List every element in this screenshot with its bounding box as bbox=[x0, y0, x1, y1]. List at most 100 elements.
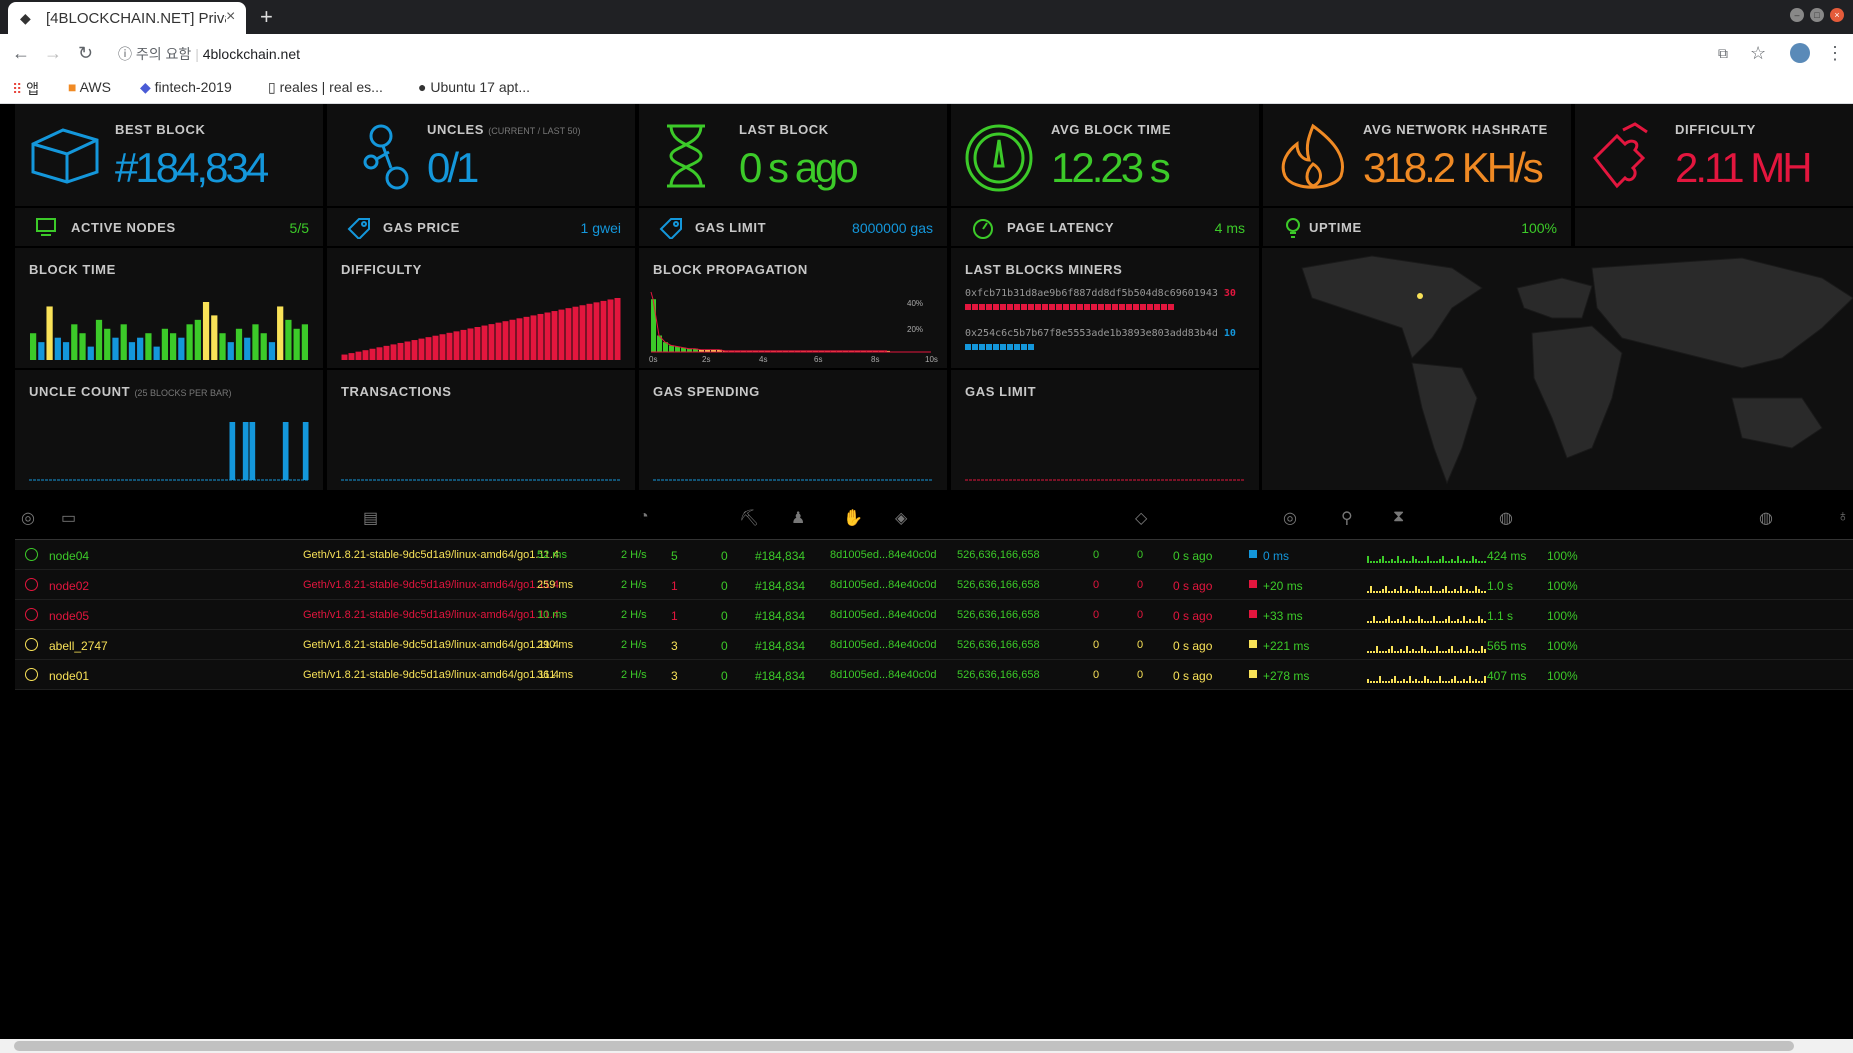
miner-block-square bbox=[1168, 304, 1174, 310]
timer-icon[interactable]: ◔ bbox=[639, 508, 649, 526]
cell-difficulty: 526,636,166,658 bbox=[957, 549, 1040, 561]
sparkline-bar bbox=[1382, 681, 1384, 683]
difficulty-bar bbox=[446, 332, 453, 360]
bookmark-fintech[interactable]: ◆ fintech-2019 bbox=[140, 79, 232, 96]
miner-block-square bbox=[1084, 304, 1090, 310]
sparkline-bar bbox=[1484, 621, 1486, 623]
forward-icon[interactable]: → bbox=[44, 43, 62, 64]
sparkline-bar bbox=[1421, 591, 1423, 593]
miner-block-square bbox=[1028, 344, 1034, 350]
miner-block-square bbox=[1140, 304, 1146, 310]
stat-active-nodes: ACTIVE NODES 5/5 bbox=[15, 206, 325, 246]
asia-shape bbox=[1591, 257, 1853, 369]
cell-name: node04 bbox=[49, 549, 90, 563]
security-label[interactable]: 주의 요함 bbox=[136, 46, 191, 62]
check-circle-icon[interactable]: ◎ bbox=[1283, 508, 1297, 528]
gauge-icon[interactable]: ◍ bbox=[1759, 508, 1773, 528]
sparkline-bar bbox=[1472, 681, 1474, 683]
bookmark-aws[interactable]: ■ AWS bbox=[68, 79, 111, 95]
cube-icon[interactable]: ◈ bbox=[895, 508, 907, 528]
sparkline-bar bbox=[1379, 676, 1381, 683]
bookmark-apps[interactable]: ⠿ 앱 bbox=[12, 79, 39, 99]
sparkline-bar bbox=[1430, 651, 1432, 653]
propagation-indicator bbox=[1249, 610, 1257, 618]
translate-icon[interactable]: ⧉ bbox=[1718, 45, 1728, 62]
menu-icon[interactable]: ⋮ bbox=[1826, 43, 1844, 64]
table-row[interactable]: abell_2747 Geth/v1.8.21-stable-9dc5d1a9/l… bbox=[15, 630, 1853, 660]
bookmark-reales[interactable]: ▯ reales | real es... bbox=[268, 79, 383, 96]
table-row[interactable]: node04 Geth/v1.8.21-stable-9dc5d1a9/linux… bbox=[15, 540, 1853, 570]
lightbulb-icon[interactable]: ♁ bbox=[1837, 508, 1849, 526]
tag-icon[interactable]: ◇ bbox=[1135, 508, 1147, 528]
url-text[interactable]: 4blockchain.net bbox=[203, 46, 300, 62]
miner-block-square bbox=[1014, 304, 1020, 310]
sparkline-bar bbox=[1472, 556, 1474, 563]
sparkline-bar bbox=[1391, 621, 1393, 623]
maximize-icon[interactable]: □ bbox=[1810, 8, 1824, 22]
sparkline-wrap bbox=[1367, 665, 1487, 688]
cell-propagation: +20 ms bbox=[1263, 579, 1303, 593]
uncle-count-bar bbox=[229, 422, 236, 480]
pickaxe-icon[interactable]: ⛏ bbox=[739, 508, 759, 528]
cell-propagation: 0 ms bbox=[1263, 549, 1290, 563]
url-field[interactable]: ⓘ 주의 요함 | 4blockchain.net bbox=[118, 44, 300, 64]
gauge-icon[interactable]: ◍ bbox=[1499, 508, 1513, 528]
sparkline-bar bbox=[1469, 676, 1471, 683]
sparkline-bar bbox=[1385, 651, 1387, 653]
sparkline-bar bbox=[1457, 681, 1459, 683]
info-icon[interactable]: ⓘ bbox=[118, 46, 132, 62]
cell-latency: 52 ms bbox=[537, 549, 567, 561]
world-map[interactable] bbox=[1262, 246, 1853, 490]
handshake-icon[interactable]: ✋ bbox=[843, 508, 863, 528]
peers-icon[interactable]: ♟ bbox=[791, 508, 805, 528]
block-time-bar bbox=[95, 319, 103, 360]
ethereum-icon: ◆ bbox=[20, 10, 31, 26]
github-icon: ● bbox=[418, 79, 427, 95]
avatar[interactable] bbox=[1790, 43, 1810, 63]
cell-pending: 0 bbox=[721, 639, 728, 653]
miner-block-square bbox=[1112, 304, 1118, 310]
laptop-icon[interactable]: ▤ bbox=[363, 508, 378, 528]
tab-close-icon[interactable]: × bbox=[226, 8, 235, 26]
sparkline-bar bbox=[1442, 621, 1444, 623]
horizontal-scrollbar[interactable] bbox=[0, 1039, 1853, 1053]
scrollbar-thumb[interactable] bbox=[14, 1041, 1794, 1051]
table-row[interactable]: node02 Geth/v1.8.21-stable-9dc5d1a9/linux… bbox=[15, 570, 1853, 600]
sparkline-bar bbox=[1451, 591, 1453, 593]
reload-icon[interactable]: ↻ bbox=[78, 43, 93, 64]
bookmark-ubuntu[interactable]: ● Ubuntu 17 apt... bbox=[418, 79, 530, 95]
hourglass-icon[interactable]: ⧗ bbox=[1393, 508, 1404, 526]
sparkline-bar bbox=[1412, 556, 1414, 563]
back-icon[interactable]: ← bbox=[12, 43, 30, 64]
table-row[interactable]: node05 Geth/v1.8.21-stable-9dc5d1a9/linux… bbox=[15, 600, 1853, 630]
gauge-icon bbox=[965, 124, 1033, 192]
sparkline-bar bbox=[1463, 559, 1465, 563]
sparkline-bar bbox=[1433, 561, 1435, 563]
sparkline-bar bbox=[1430, 621, 1432, 623]
miner-block-square bbox=[1126, 304, 1132, 310]
cell-difficulty: 526,636,166,658 bbox=[957, 579, 1040, 591]
difficulty-bar bbox=[509, 319, 516, 360]
sparkline-bar bbox=[1415, 621, 1417, 623]
table-row[interactable]: node01 Geth/v1.8.21-stable-9dc5d1a9/linux… bbox=[15, 660, 1853, 690]
uncles-icon[interactable]: ⚲ bbox=[1341, 508, 1353, 528]
browser-tab[interactable]: ◆ [4BLOCKCHAIN.NET] Private × bbox=[8, 2, 246, 34]
avg-block-time-value: 12.23 s bbox=[1051, 144, 1171, 191]
sparkline-bar bbox=[1442, 589, 1444, 593]
sparkline-bar bbox=[1370, 586, 1372, 593]
sparkline-bar bbox=[1376, 681, 1378, 683]
close-window-icon[interactable]: × bbox=[1830, 8, 1844, 22]
star-icon[interactable]: ☆ bbox=[1750, 43, 1766, 64]
table-header: ◎ ▭ ▤ ◔ ⛏ ♟ ✋ ◈ ◇ ◎ ⚲ ⧗ ◍ ◍ ♁ bbox=[15, 490, 1853, 540]
stat-uncles: UNCLES (CURRENT / LAST 50) 0/1 bbox=[327, 104, 637, 206]
sparkline-bar bbox=[1457, 651, 1459, 653]
sparkline-wrap bbox=[1367, 545, 1487, 568]
check-circle-icon[interactable]: ◎ bbox=[21, 508, 35, 528]
monitor-icon[interactable]: ▭ bbox=[61, 508, 76, 528]
sparkline-bar bbox=[1469, 651, 1471, 653]
sparkline-bar bbox=[1376, 591, 1378, 593]
new-tab-button[interactable]: + bbox=[260, 4, 273, 30]
difficulty-bar bbox=[537, 313, 544, 360]
sparkline-bar bbox=[1457, 556, 1459, 563]
minimize-icon[interactable]: – bbox=[1790, 8, 1804, 22]
